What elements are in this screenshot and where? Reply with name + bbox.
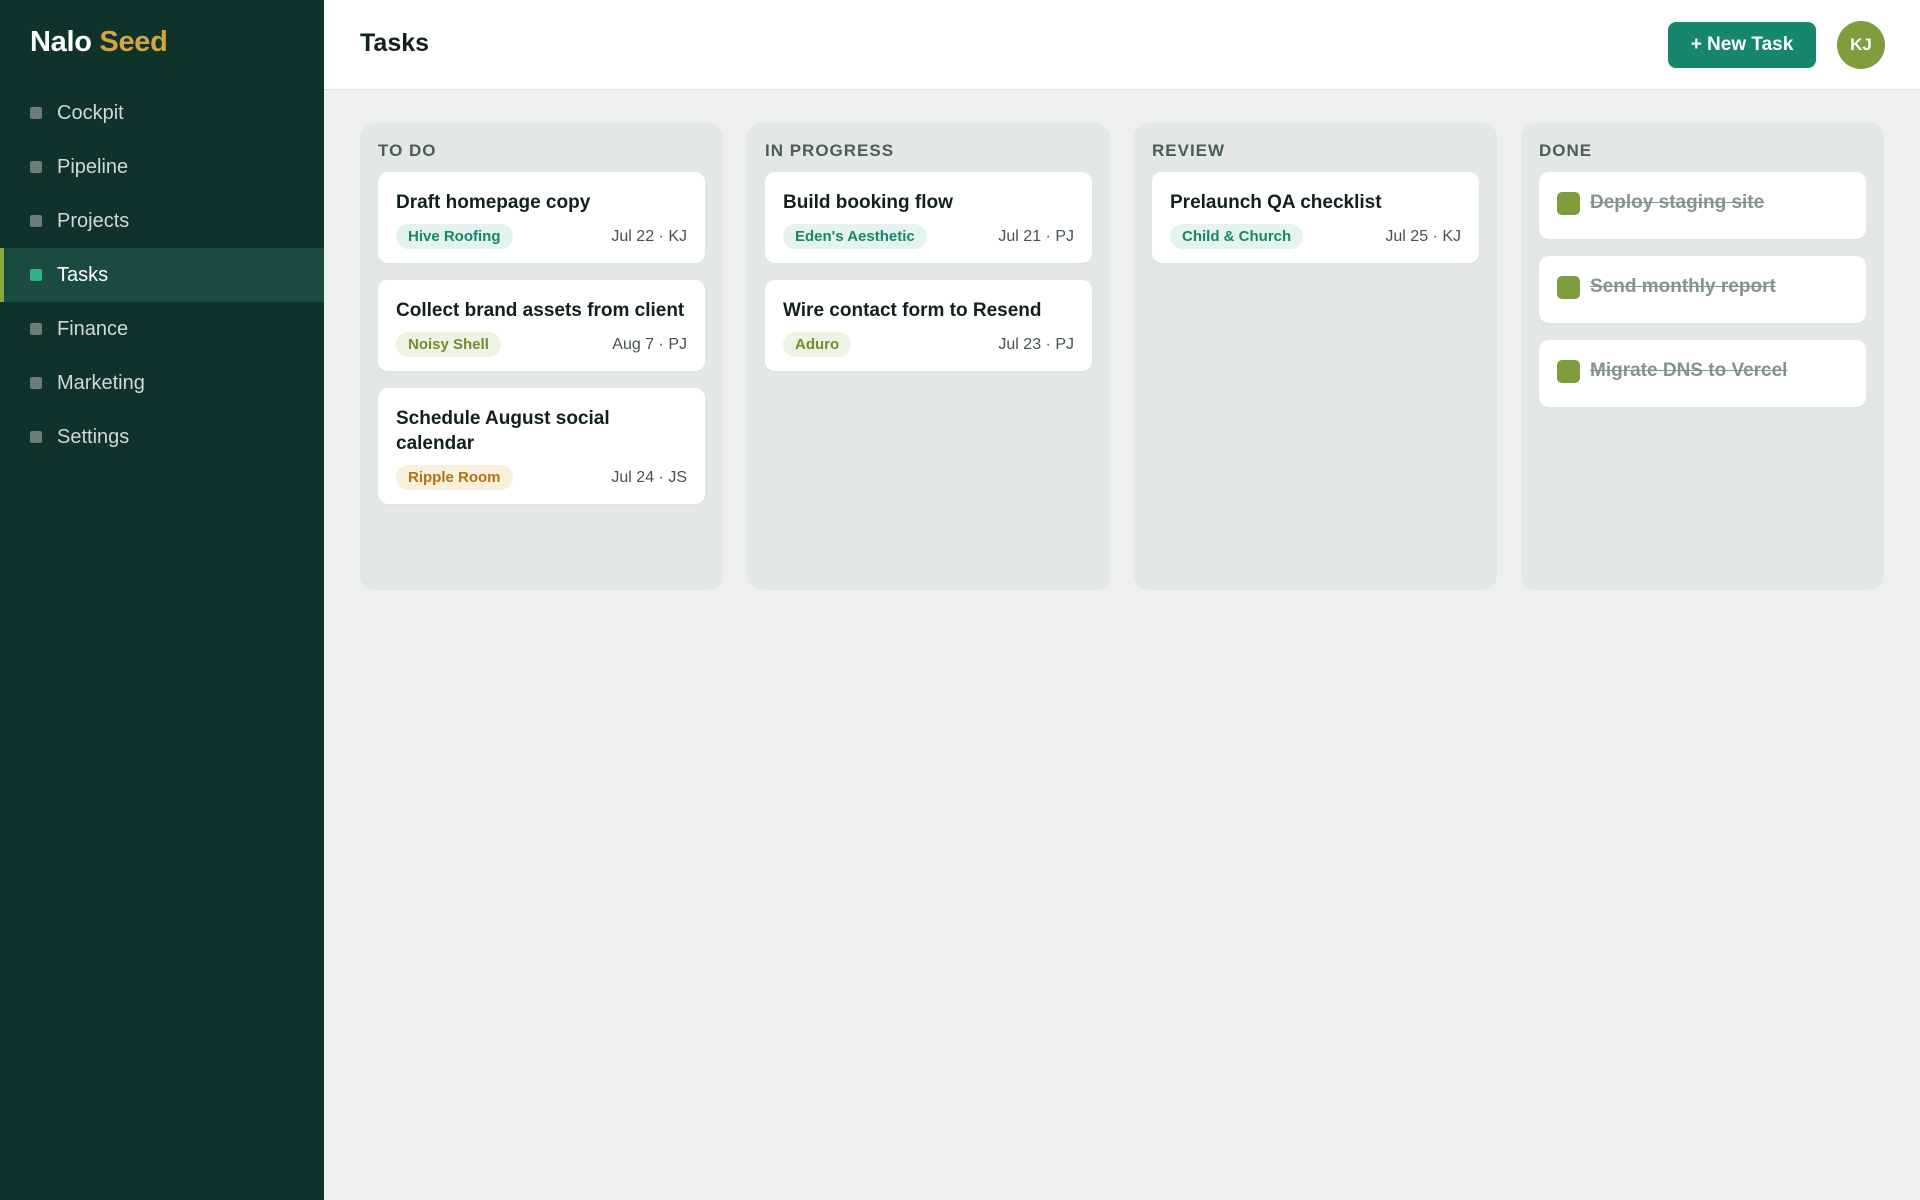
task-meta: Ripple Room Jul 24 · JS bbox=[396, 465, 687, 490]
sidebar-item-finance[interactable]: Finance bbox=[0, 302, 324, 356]
task-card[interactable]: Draft homepage copy Hive Roofing Jul 22 … bbox=[378, 172, 705, 263]
due-assignee: Jul 21 · PJ bbox=[998, 227, 1074, 245]
column-done: DONE Deploy staging site Send monthly re… bbox=[1521, 123, 1884, 590]
task-meta: Hive Roofing Jul 22 · KJ bbox=[396, 224, 687, 249]
task-meta: Eden's Aesthetic Jul 21 · PJ bbox=[783, 224, 1074, 249]
sidebar-item-cockpit[interactable]: Cockpit bbox=[0, 86, 324, 140]
sidebar-item-label: Projects bbox=[57, 209, 130, 232]
sidebar-item-label: Finance bbox=[57, 317, 129, 340]
client-tag: Noisy Shell bbox=[396, 332, 501, 357]
sidebar-item-projects[interactable]: Projects bbox=[0, 194, 324, 248]
brand-name-part1: Nalo bbox=[30, 26, 92, 58]
sidebar-item-label: Marketing bbox=[57, 371, 145, 394]
sidebar-item-pipeline[interactable]: Pipeline bbox=[0, 140, 324, 194]
due-assignee: Aug 7 · PJ bbox=[612, 335, 687, 353]
column-title: REVIEW bbox=[1152, 141, 1226, 160]
task-title: Draft homepage copy bbox=[396, 192, 591, 213]
nav-bullet-icon bbox=[30, 431, 42, 443]
nav-bullet-icon bbox=[30, 161, 42, 173]
task-title: Schedule August social calendar bbox=[396, 408, 610, 454]
avatar[interactable]: KJ bbox=[1837, 21, 1885, 69]
column-title: IN PROGRESS bbox=[765, 141, 895, 160]
task-title: Wire contact form to Resend bbox=[783, 300, 1042, 321]
task-title: Build booking flow bbox=[783, 192, 953, 213]
nav-bullet-icon bbox=[30, 377, 42, 389]
client-tag: Hive Roofing bbox=[396, 224, 513, 249]
task-card[interactable]: Schedule August social calendar Ripple R… bbox=[378, 388, 705, 504]
sidebar-nav: Cockpit Pipeline Projects Tasks Finance … bbox=[0, 86, 324, 464]
task-card[interactable]: Wire contact form to Resend Aduro Jul 23… bbox=[765, 280, 1092, 371]
task-card[interactable]: Build booking flow Eden's Aesthetic Jul … bbox=[765, 172, 1092, 263]
brand-logo[interactable]: Nalo Seed bbox=[30, 26, 168, 59]
sidebar-item-label: Cockpit bbox=[57, 101, 124, 124]
task-title: Deploy staging site bbox=[1590, 192, 1765, 213]
checkbox-checked-icon[interactable] bbox=[1557, 192, 1580, 215]
due-assignee: Jul 22 · KJ bbox=[611, 227, 687, 245]
task-card-done[interactable]: Migrate DNS to Vercel bbox=[1539, 340, 1866, 407]
column-title: TO DO bbox=[378, 141, 437, 160]
client-tag: Eden's Aesthetic bbox=[783, 224, 927, 249]
column-todo: TO DO Draft homepage copy Hive Roofing J… bbox=[360, 123, 723, 590]
sidebar-item-label: Settings bbox=[57, 425, 130, 448]
client-tag: Ripple Room bbox=[396, 465, 513, 490]
checkbox-checked-icon[interactable] bbox=[1557, 360, 1580, 383]
kanban-board: TO DO Draft homepage copy Hive Roofing J… bbox=[360, 123, 1884, 590]
task-meta: Aduro Jul 23 · PJ bbox=[783, 332, 1074, 357]
task-title: Collect brand assets from client bbox=[396, 300, 685, 321]
sidebar: Nalo Seed Cockpit Pipeline Projects Task… bbox=[0, 0, 324, 1200]
nav-bullet-icon bbox=[30, 323, 42, 335]
task-title: Migrate DNS to Vercel bbox=[1590, 360, 1788, 381]
nav-bullet-icon bbox=[30, 107, 42, 119]
due-assignee: Jul 24 · JS bbox=[611, 468, 687, 486]
column-review: REVIEW Prelaunch QA checklist Child & Ch… bbox=[1134, 123, 1497, 590]
new-task-button[interactable]: + New Task bbox=[1668, 22, 1816, 68]
task-meta: Noisy Shell Aug 7 · PJ bbox=[396, 332, 687, 357]
client-tag: Aduro bbox=[783, 332, 852, 357]
task-card-done[interactable]: Deploy staging site bbox=[1539, 172, 1866, 239]
column-title: DONE bbox=[1539, 141, 1593, 160]
checkbox-checked-icon[interactable] bbox=[1557, 276, 1580, 299]
task-title: Prelaunch QA checklist bbox=[1170, 192, 1382, 213]
page-title: Tasks bbox=[360, 29, 430, 57]
sidebar-item-label: Tasks bbox=[57, 263, 109, 286]
top-bar: Tasks + New Task KJ bbox=[324, 0, 1920, 90]
client-tag: Child & Church bbox=[1170, 224, 1304, 249]
brand-name-part2: Seed bbox=[99, 26, 168, 58]
task-card-done[interactable]: Send monthly report bbox=[1539, 256, 1866, 323]
sidebar-item-settings[interactable]: Settings bbox=[0, 410, 324, 464]
task-card[interactable]: Prelaunch QA checklist Child & Church Ju… bbox=[1152, 172, 1479, 263]
due-assignee: Jul 25 · KJ bbox=[1385, 227, 1461, 245]
sidebar-item-label: Pipeline bbox=[57, 155, 129, 178]
task-meta: Child & Church Jul 25 · KJ bbox=[1170, 224, 1461, 249]
task-card[interactable]: Collect brand assets from client Noisy S… bbox=[378, 280, 705, 371]
nav-bullet-icon bbox=[30, 215, 42, 227]
sidebar-item-marketing[interactable]: Marketing bbox=[0, 356, 324, 410]
task-title: Send monthly report bbox=[1590, 276, 1776, 297]
due-assignee: Jul 23 · PJ bbox=[998, 335, 1074, 353]
sidebar-item-tasks[interactable]: Tasks bbox=[0, 248, 324, 302]
nav-bullet-icon bbox=[30, 269, 42, 281]
column-in-progress: IN PROGRESS Build booking flow Eden's Ae… bbox=[747, 123, 1110, 590]
